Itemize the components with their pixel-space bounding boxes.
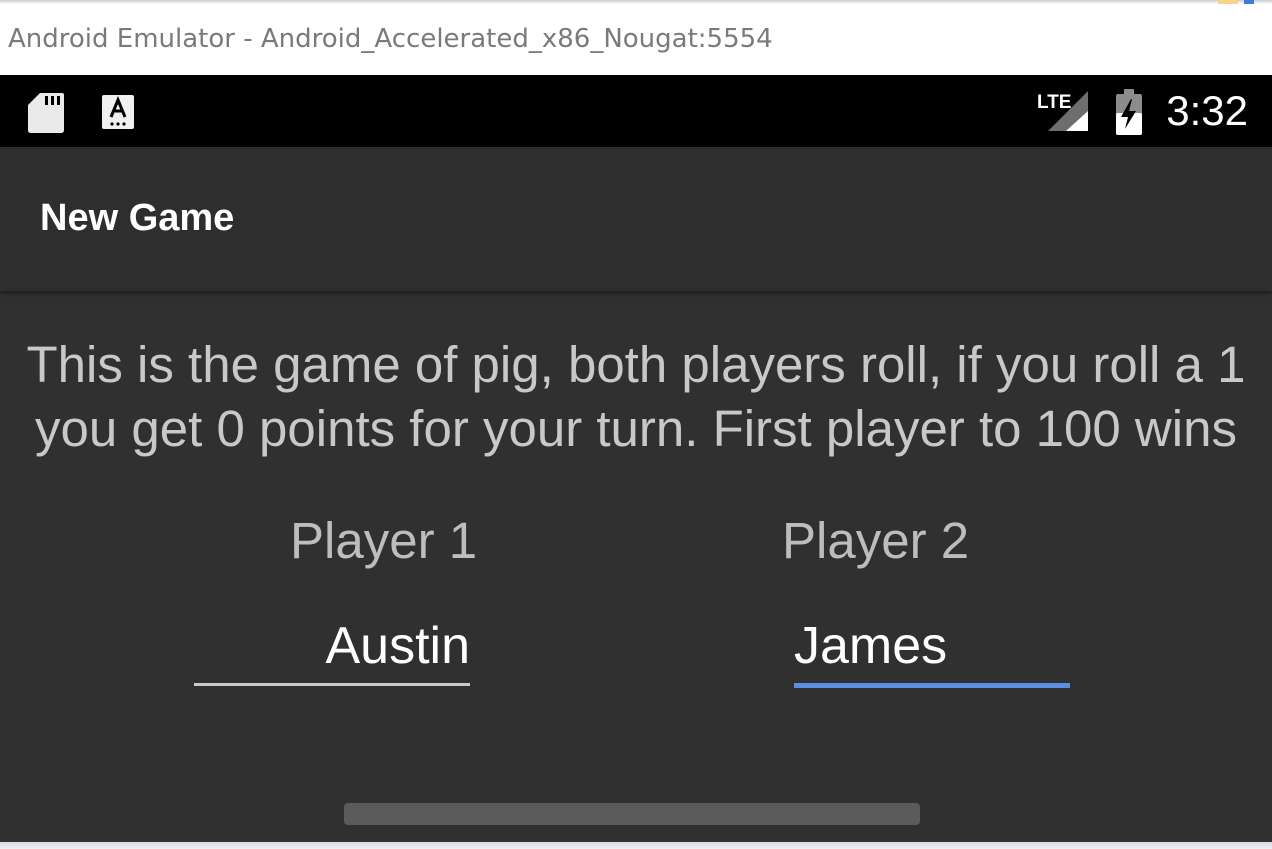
player-1-input-underline (194, 683, 470, 686)
player-2-input-underline-focused (794, 683, 1070, 688)
description-line-1: This is the game of pig, both players ro… (26, 336, 1246, 393)
horizontal-scrollbar[interactable] (344, 803, 920, 825)
window-bottom-edge (0, 842, 1272, 849)
window-title: Android Emulator - Android_Accelerated_x… (8, 24, 773, 54)
description-line-2: you get 0 points for your turn. First pl… (35, 400, 1237, 457)
lte-label: LTE (1037, 92, 1071, 113)
game-description: This is the game of pig, both players ro… (0, 333, 1272, 461)
battery-charging-icon (1116, 89, 1142, 135)
app-bar: New Game (0, 147, 1272, 291)
player-1-label: Player 1 (290, 512, 478, 569)
player-2-name-input[interactable] (794, 613, 1070, 679)
page-title: New Game (40, 197, 235, 239)
sd-card-icon (28, 93, 64, 133)
player-2-label: Player 2 (782, 512, 970, 569)
emulator-window: Android Emulator - Android_Accelerated_x… (0, 0, 1272, 849)
status-bar: LTE 3:32 (0, 75, 1272, 147)
window-titlebar[interactable]: Android Emulator - Android_Accelerated_x… (0, 4, 1272, 75)
lte-signal-icon: LTE (1037, 91, 1088, 131)
status-clock: 3:32 (1166, 87, 1248, 134)
keyboard-input-icon (102, 95, 134, 129)
player-1-name-input[interactable] (194, 613, 470, 679)
device-screen: LTE 3:32 New Game This is the game of pi… (0, 75, 1272, 842)
main-content: This is the game of pig, both players ro… (0, 291, 1272, 842)
